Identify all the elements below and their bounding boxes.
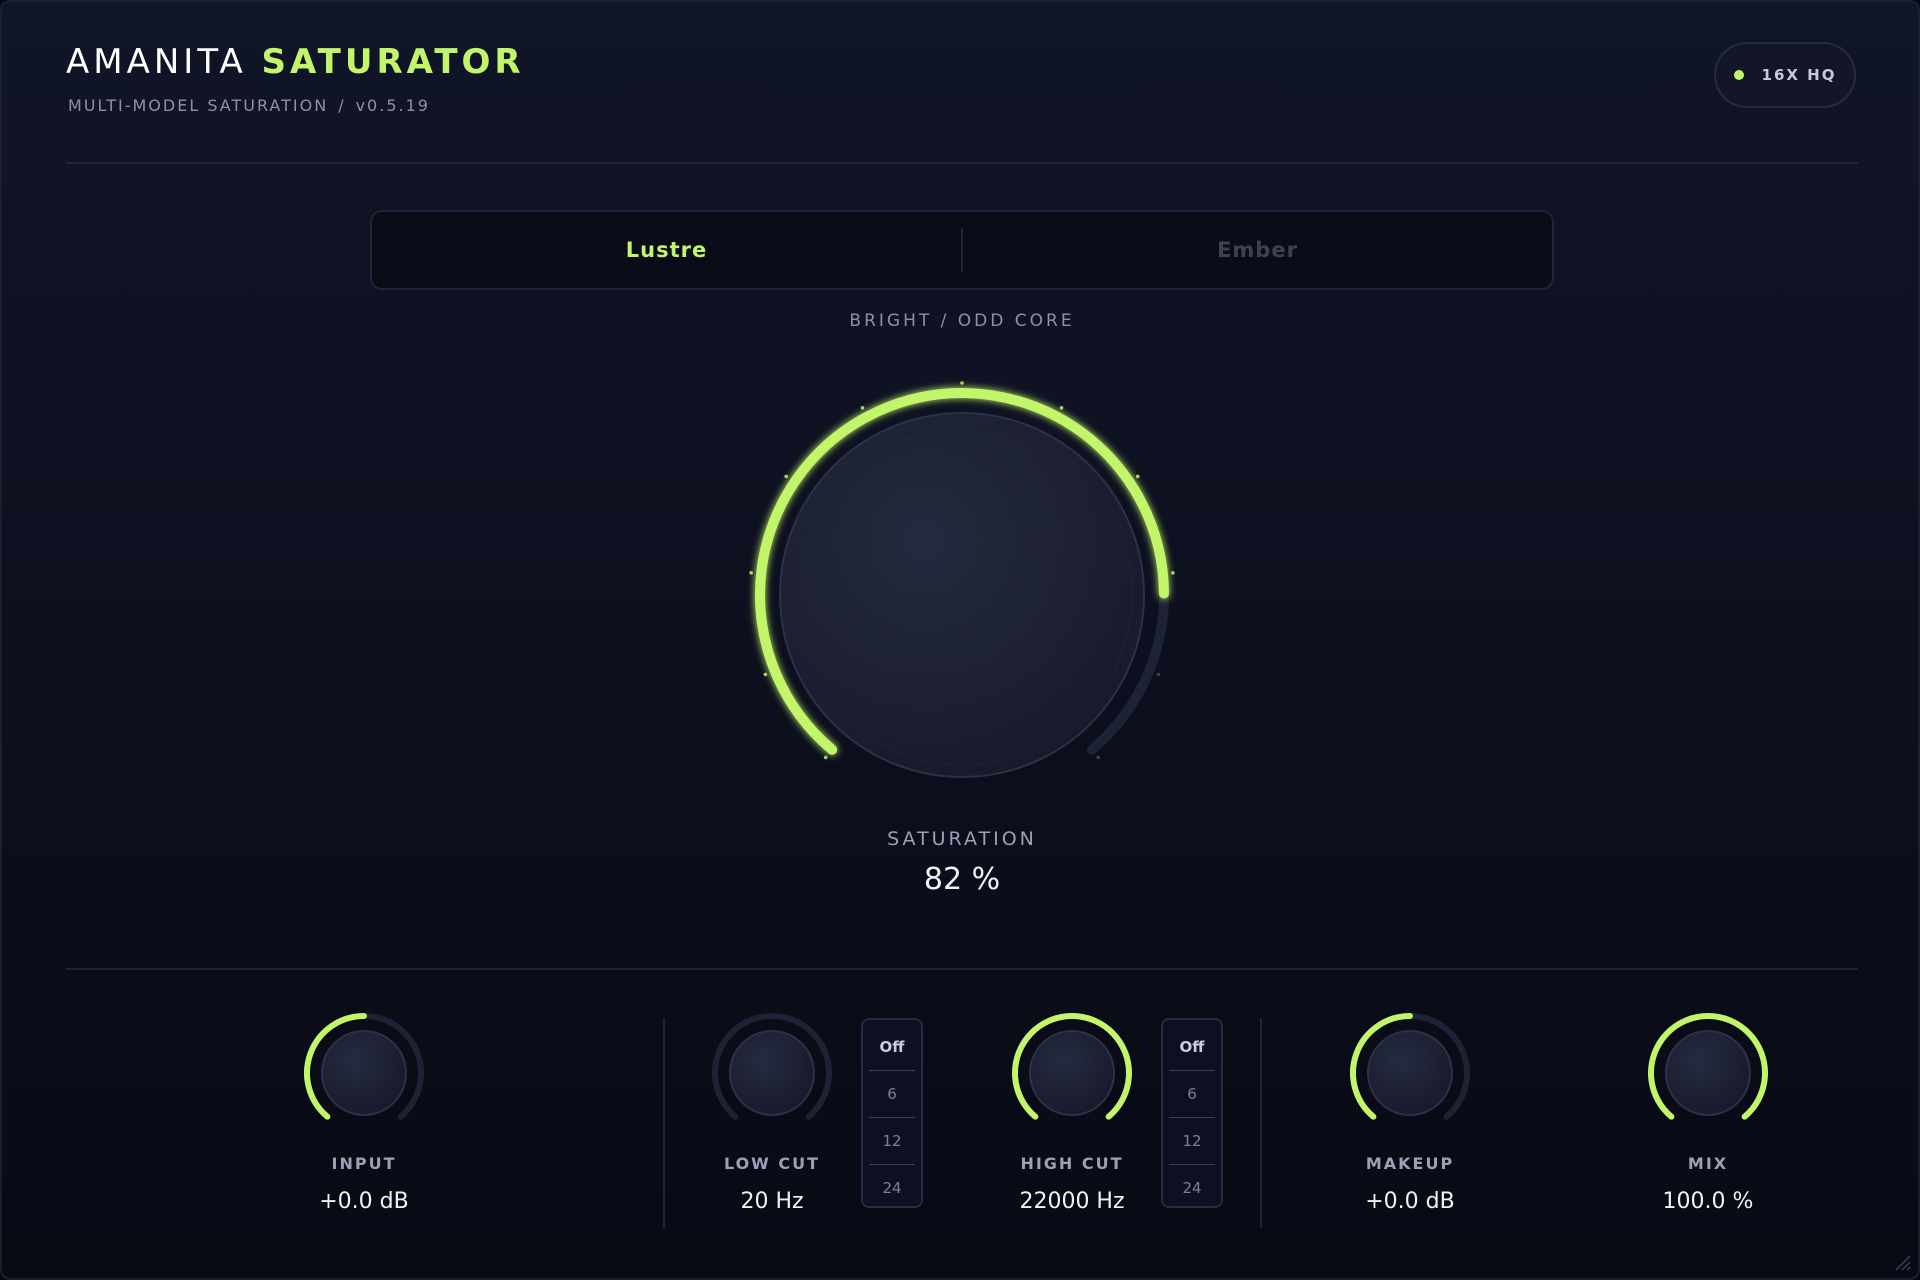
model-selector: Lustre Ember <box>370 210 1554 290</box>
version-text: v0.5.19 <box>355 96 430 115</box>
saturation-tick <box>784 474 789 479</box>
high-cut-value: 22000 Hz <box>1019 1189 1125 1214</box>
mix-value: 100.0 % <box>1662 1189 1754 1214</box>
low-cut-knob[interactable] <box>702 1003 842 1143</box>
section-divider <box>66 968 1858 970</box>
title-accent: SATURATOR <box>261 42 525 82</box>
high-cut-slope-6[interactable]: 6 <box>1169 1071 1215 1117</box>
saturation-value: 82 % <box>923 862 1001 897</box>
subtitle-separator: / <box>338 96 346 115</box>
saturation-tick <box>1171 571 1175 575</box>
header-divider <box>66 162 1858 164</box>
low-cut-slope-off[interactable]: Off <box>869 1024 915 1070</box>
input-knob[interactable] <box>294 1003 434 1143</box>
saturation-knob[interactable] <box>722 362 1202 802</box>
saturation-tick <box>860 406 865 410</box>
saturation-knob-face[interactable] <box>779 412 1145 778</box>
saturation-tick <box>1156 672 1161 677</box>
low-cut-slope-6[interactable]: 6 <box>869 1071 915 1117</box>
makeup-knob[interactable] <box>1340 1003 1480 1143</box>
plugin-title: AMANITA SATURATOR <box>66 42 525 82</box>
saturation-tick <box>823 755 828 760</box>
subtitle-text: MULTI-MODEL SATURATION <box>68 96 329 115</box>
mix-knob[interactable] <box>1638 1003 1778 1143</box>
low-cut-slope-selector: Off 6 12 24 <box>861 1018 923 1208</box>
quality-badge-label: 16X HQ <box>1761 66 1837 84</box>
quality-badge-button[interactable]: 16X HQ <box>1714 42 1856 108</box>
high-cut-label: HIGH CUT <box>1020 1154 1124 1173</box>
makeup-label: MAKEUP <box>1365 1154 1455 1173</box>
plugin-subtitle: MULTI-MODEL SATURATION / v0.5.19 <box>68 96 430 115</box>
high-cut-slope-selector: Off 6 12 24 <box>1161 1018 1223 1208</box>
high-cut-slope-24[interactable]: 24 <box>1169 1165 1215 1211</box>
input-value: +0.0 dB <box>319 1189 409 1214</box>
model-description: BRIGHT / ODD CORE <box>849 311 1075 331</box>
saturation-label: SATURATION <box>887 828 1037 850</box>
input-label: INPUT <box>331 1154 397 1173</box>
title-main: AMANITA <box>66 42 247 82</box>
high-cut-knob-face[interactable] <box>1029 1030 1115 1116</box>
plugin-window: AMANITA SATURATOR MULTI-MODEL SATURATION… <box>0 0 1920 1280</box>
low-cut-label: LOW CUT <box>723 1154 821 1173</box>
saturation-tick <box>749 571 753 575</box>
saturation-tick <box>763 672 768 677</box>
model-tab-ember[interactable]: Ember <box>963 212 1552 288</box>
high-cut-slope-off[interactable]: Off <box>1169 1024 1215 1070</box>
makeup-value: +0.0 dB <box>1365 1189 1455 1214</box>
makeup-knob-face[interactable] <box>1367 1030 1453 1116</box>
low-cut-slope-24[interactable]: 24 <box>869 1165 915 1211</box>
saturation-tick <box>1096 755 1101 760</box>
saturation-tick <box>1135 474 1140 479</box>
high-cut-slope-12[interactable]: 12 <box>1169 1118 1215 1164</box>
saturation-tick <box>960 381 964 385</box>
model-tab-lustre[interactable]: Lustre <box>372 212 961 288</box>
saturation-tick <box>1059 406 1064 410</box>
input-knob-face[interactable] <box>321 1030 407 1116</box>
resize-grip-icon[interactable] <box>1890 1250 1912 1272</box>
high-cut-knob[interactable] <box>1002 1003 1142 1143</box>
low-cut-value: 20 Hz <box>740 1189 804 1214</box>
mix-label: MIX <box>1687 1154 1729 1173</box>
low-cut-knob-face[interactable] <box>729 1030 815 1116</box>
low-cut-slope-12[interactable]: 12 <box>869 1118 915 1164</box>
column-divider-2 <box>1260 1018 1262 1228</box>
status-dot-icon <box>1733 70 1744 80</box>
mix-knob-face[interactable] <box>1665 1030 1751 1116</box>
